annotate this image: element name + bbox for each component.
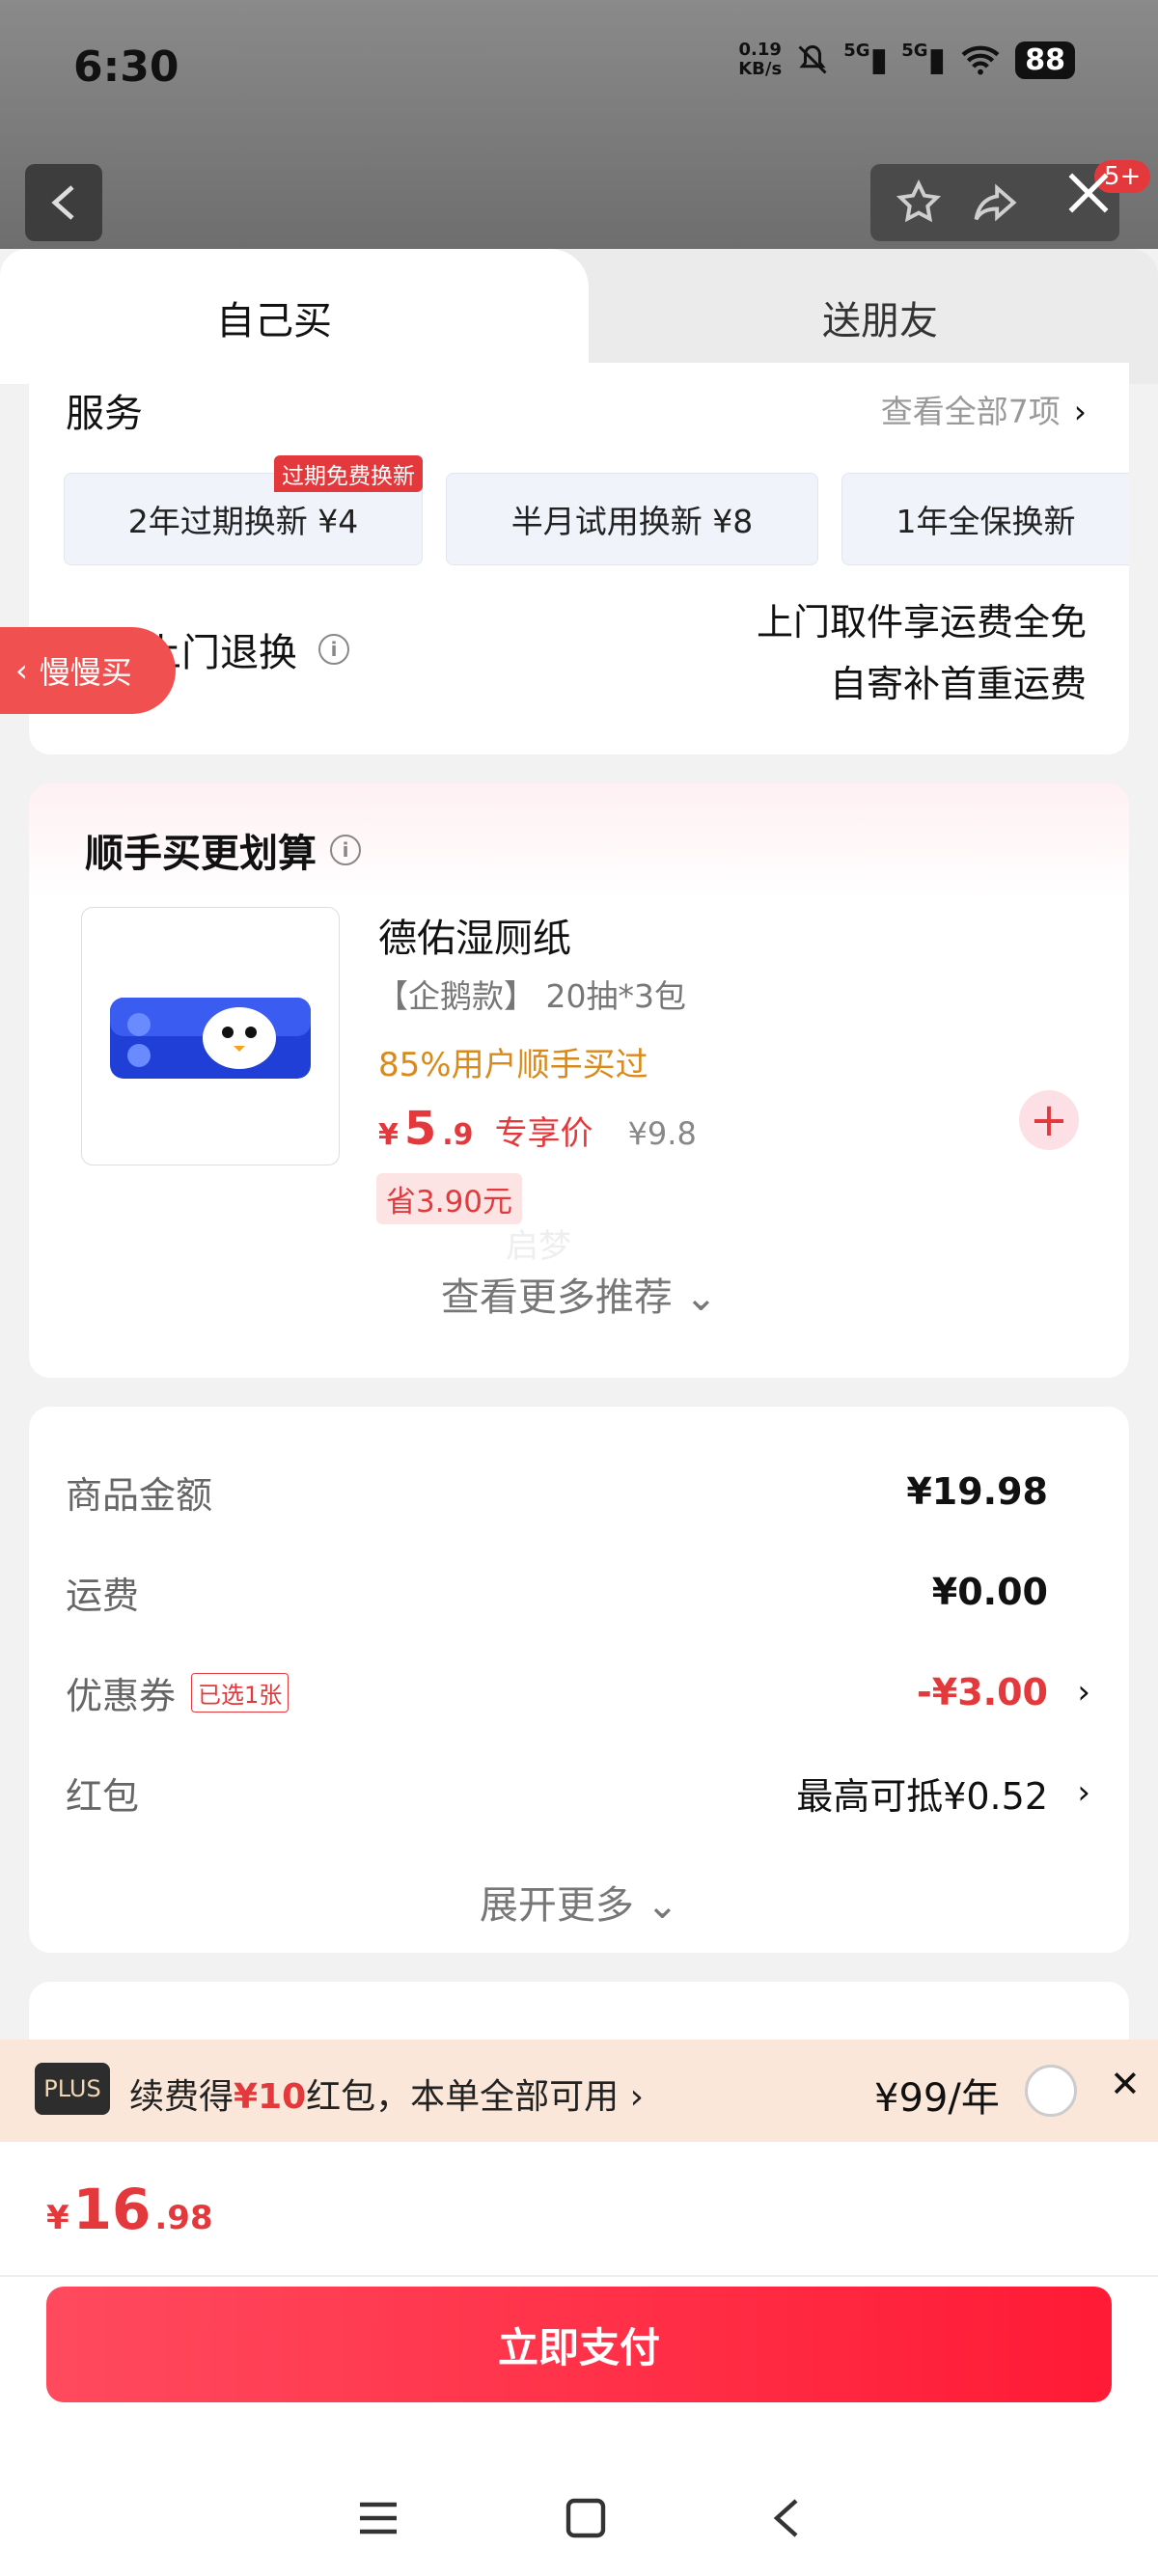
expand-more[interactable]: 展开更多 ⌄ bbox=[29, 1874, 1129, 1930]
goods-amount-row: 商品金额 ¥19.98 bbox=[66, 1470, 1048, 1517]
pay-now-button[interactable]: 立即支付 bbox=[46, 2287, 1112, 2402]
service-card: 服务 查看全部7项 › 2年过期换新 ¥4 过期免费换新 半月试用换新 ¥8 1年… bbox=[29, 363, 1129, 754]
info-icon[interactable]: i bbox=[330, 835, 361, 865]
system-nav-bar bbox=[0, 2460, 1158, 2576]
total-price: ¥ 16 .98 bbox=[46, 2177, 213, 2242]
close-icon[interactable]: ✕ bbox=[1110, 2063, 1141, 2105]
home-icon[interactable] bbox=[565, 2497, 607, 2539]
more-recommendations[interactable]: 查看更多推荐 ⌄ bbox=[29, 1266, 1129, 1322]
plus-icon: + bbox=[1029, 1093, 1069, 1147]
signal-icon-2: 5G▮ bbox=[901, 41, 947, 79]
info-icon[interactable]: i bbox=[318, 634, 349, 665]
back-button[interactable] bbox=[25, 164, 102, 241]
plus-renew-banner[interactable]: PLUS 续费得¥10红包，本单全部可用 › ¥99/年 ✕ bbox=[0, 2040, 1158, 2142]
watermark: 启梦 bbox=[506, 1227, 571, 1266]
product-image[interactable] bbox=[81, 907, 340, 1165]
share-icon[interactable] bbox=[970, 178, 1020, 228]
slow-buy-tag[interactable]: ‹ 慢慢买 bbox=[0, 627, 176, 714]
mute-bell-icon bbox=[798, 44, 827, 74]
chevron-left-icon bbox=[51, 185, 74, 220]
return-line-1: 上门取件享运费全免 bbox=[756, 601, 1087, 644]
plus-price: ¥99/年 bbox=[874, 2076, 1000, 2121]
goods-amount: ¥19.98 bbox=[906, 1470, 1048, 1513]
back-icon[interactable] bbox=[771, 2497, 802, 2539]
coupon-amount: -¥3.00 bbox=[917, 1671, 1048, 1713]
product-name[interactable]: 德佑湿厕纸 bbox=[378, 907, 571, 963]
divider bbox=[0, 2275, 1158, 2277]
plus-radio[interactable] bbox=[1025, 2065, 1077, 2117]
product-price: ¥ 5 .9 专享价 ¥9.8 bbox=[378, 1102, 697, 1156]
plus-text: 续费得¥10红包，本单全部可用 › bbox=[129, 2077, 645, 2117]
price-label: 专享价 bbox=[494, 1114, 593, 1153]
return-line-2: 自寄补首重运费 bbox=[829, 663, 1087, 705]
tab-friend[interactable]: 送朋友 bbox=[822, 289, 938, 345]
shipping-row: 运费 ¥0.00 bbox=[66, 1571, 1048, 1617]
menu-icon[interactable] bbox=[356, 2499, 400, 2537]
close-icon[interactable] bbox=[1062, 166, 1116, 220]
service-option-2[interactable]: 半月试用换新 ¥8 bbox=[446, 473, 818, 565]
service-title: 服务 bbox=[66, 392, 143, 436]
wifi-icon bbox=[961, 45, 1000, 75]
star-icon[interactable] bbox=[894, 178, 944, 228]
combo-title: 顺手买更划算 i bbox=[85, 822, 361, 878]
add-button[interactable]: + bbox=[1019, 1090, 1079, 1150]
service-option-3[interactable]: 1年全保换新 bbox=[841, 473, 1129, 565]
save-tag: 省3.90元 bbox=[376, 1173, 523, 1224]
status-time: 6:30 bbox=[73, 42, 179, 92]
battery-icon: 88 bbox=[1015, 41, 1075, 79]
signal-icon: 5G▮ bbox=[843, 41, 889, 79]
chevron-right-icon: › bbox=[1077, 1773, 1090, 1812]
amount-card: 商品金额 ¥19.98 运费 ¥0.00 优惠券 已选1张 -¥3.00 › 红包… bbox=[29, 1407, 1129, 1953]
chevron-left-icon: ‹ bbox=[15, 652, 28, 689]
plus-logo: PLUS bbox=[35, 2063, 110, 2115]
red-packet-row[interactable]: 红包 最高可抵¥0.52 › bbox=[66, 1764, 1090, 1822]
pay-area: ¥ 16 .98 立即支付 bbox=[0, 2142, 1158, 2576]
product-spec: 【企鹅款】 20抽*3包 bbox=[376, 977, 686, 1015]
chevron-right-icon: › bbox=[1073, 393, 1087, 430]
status-bar: 6:30 0.19 KB/s 5G▮ 5G▮ 88 bbox=[0, 0, 1158, 135]
tab-self-label: 自己买 bbox=[216, 299, 332, 343]
wet-wipes-image bbox=[110, 998, 311, 1079]
shipping-amount: ¥0.00 bbox=[931, 1571, 1048, 1613]
product-bought-ratio: 85%用户顺手买过 bbox=[378, 1046, 648, 1084]
red-packet-amount: 最高可抵¥0.52 bbox=[796, 1774, 1048, 1818]
combo-card: 顺手买更划算 i 德佑湿厕纸 【企鹅款】 20抽*3包 85%用户顺手买过 ¥ … bbox=[29, 783, 1129, 1378]
net-speed: 0.19 KB/s bbox=[738, 40, 783, 79]
coupon-selected-tag: 已选1张 bbox=[191, 1672, 290, 1713]
status-icons: 0.19 KB/s 5G▮ 5G▮ 88 bbox=[738, 41, 1075, 79]
chevron-right-icon: › bbox=[1077, 1673, 1090, 1712]
service-view-all[interactable]: 查看全部7项 › bbox=[881, 386, 1087, 432]
hot-tag: 过期免费换新 bbox=[274, 455, 423, 492]
coupon-row[interactable]: 优惠券 已选1张 -¥3.00 › bbox=[66, 1663, 1090, 1721]
original-price: ¥9.8 bbox=[627, 1115, 697, 1152]
